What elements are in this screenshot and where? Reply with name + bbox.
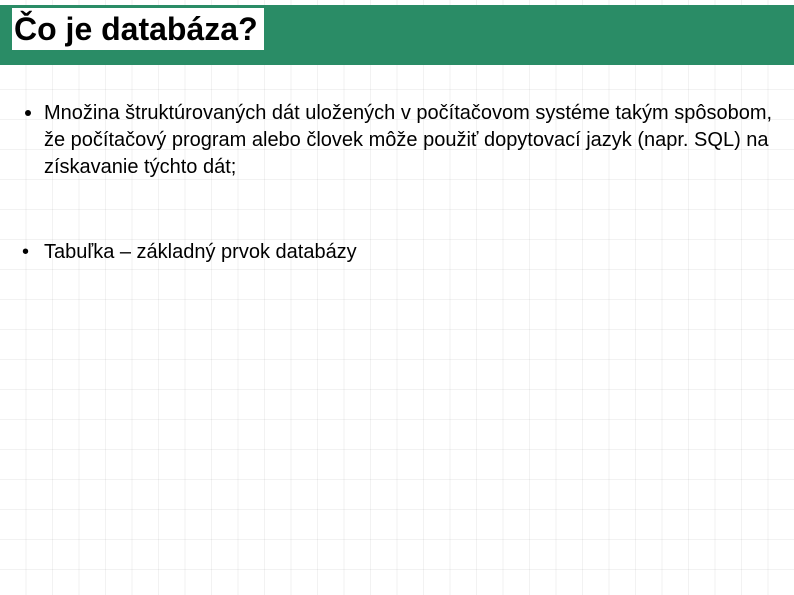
disc-bullet-icon: •	[22, 239, 29, 266]
bullet-text: Tabuľka – základný prvok databázy	[44, 241, 357, 263]
round-bullet-icon	[25, 110, 31, 116]
slide-title: Čo je databáza?	[12, 8, 264, 50]
bullet-text: Množina štruktúrovaných dát uložených v …	[44, 102, 772, 178]
bullet-list-1: Množina štruktúrovaných dát uložených v …	[20, 100, 774, 181]
bullet-item-2: • Tabuľka – základný prvok databázy	[20, 239, 774, 266]
slide-background-grid	[0, 0, 794, 595]
slide-content: Množina štruktúrovaných dát uložených v …	[20, 100, 774, 266]
bullet-item-1: Množina štruktúrovaných dát uložených v …	[20, 100, 774, 181]
bullet-list-2: • Tabuľka – základný prvok databázy	[20, 239, 774, 266]
